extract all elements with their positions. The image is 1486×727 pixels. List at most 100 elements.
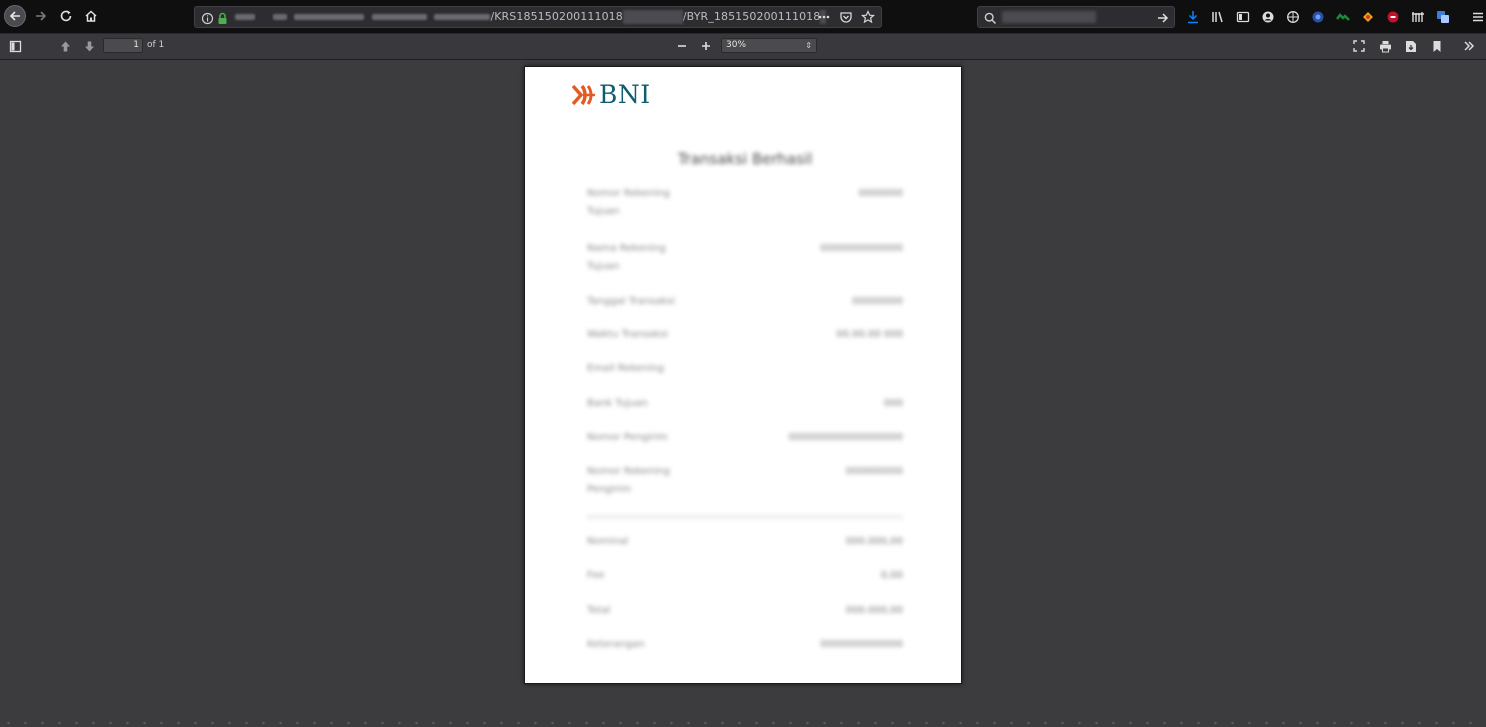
- search-bar[interactable]: [977, 6, 1175, 28]
- back-button[interactable]: [4, 5, 26, 27]
- row-label: Bank Tujuan: [587, 398, 648, 409]
- search-redacted: [1002, 11, 1096, 23]
- bni-logo-text: BNI: [599, 80, 651, 109]
- fullscreen-icon: [1353, 40, 1365, 52]
- bni-logo-mark: [572, 84, 595, 106]
- row-value: 000.000,00: [845, 605, 903, 616]
- row-label: Nomor Rekening Pengirim: [587, 466, 670, 495]
- url-redacted: [371, 14, 427, 20]
- receipt-row: Waktu Transaksi 00.00.00 000: [587, 326, 903, 346]
- receipt-row: Nominal 000.000,00: [587, 533, 903, 553]
- row-value: 0000000: [858, 188, 903, 199]
- next-page-button[interactable]: [81, 38, 97, 54]
- receipt-row: Bank Tujuan 000: [587, 395, 903, 415]
- home-button[interactable]: [80, 5, 102, 27]
- row-label: Nomor Rekening Tujuan: [587, 188, 670, 217]
- extension-icon[interactable]: [1359, 9, 1376, 26]
- receipt-row: Fee 0,00: [587, 567, 903, 587]
- address-bar[interactable]: /KRS185150200111018/BYR_185150200111018: [194, 6, 882, 28]
- row-value: 000.000,00: [845, 536, 903, 547]
- sidebar-icon[interactable]: [1234, 9, 1251, 26]
- next-page-icon: [84, 41, 94, 51]
- row-value: 000: [883, 398, 903, 409]
- url-path-2: /BYR_185150200111018: [682, 10, 821, 23]
- print-button[interactable]: [1377, 38, 1393, 54]
- url-redacted: [235, 14, 255, 20]
- extension-icon[interactable]: [1334, 9, 1351, 26]
- url-actions: [817, 9, 875, 25]
- reload-icon: [60, 10, 72, 22]
- browser-toolbar: /KRS185150200111018/BYR_185150200111018: [0, 0, 1486, 34]
- row-label: Email Rekening: [587, 363, 664, 374]
- receipt-row: Email Rekening: [587, 360, 903, 380]
- receipt-row: Nomor Rekening Pengirim 000000000: [587, 463, 903, 503]
- zoom-in-button[interactable]: [698, 38, 714, 54]
- row-label: Fee: [587, 570, 605, 581]
- bni-logo: BNI: [572, 81, 651, 109]
- bookmark-icon: [1433, 40, 1441, 52]
- save-button[interactable]: [1403, 38, 1419, 54]
- extension-icon[interactable]: [1309, 9, 1326, 26]
- separator: [587, 514, 903, 520]
- chevron-updown-icon: ⇕: [805, 41, 812, 50]
- zoom-out-button[interactable]: [674, 38, 690, 54]
- library-icon[interactable]: [1209, 9, 1226, 26]
- url-path-1: /KRS185150200111018: [490, 10, 623, 23]
- url-redacted: [294, 14, 365, 20]
- forward-button[interactable]: [30, 5, 52, 27]
- extension-icon[interactable]: [1284, 9, 1301, 26]
- url-text[interactable]: /KRS185150200111018/BYR_185150200111018: [235, 10, 827, 24]
- page-count-label: of 1: [147, 40, 165, 50]
- pdf-page: BNI Transaksi Berhasil Nomor Rekening Tu…: [524, 66, 962, 684]
- lock-icon[interactable]: [217, 10, 228, 29]
- page-number-input[interactable]: 1: [103, 38, 143, 53]
- row-label: Nama Rekening Tujuan: [587, 243, 666, 272]
- status-strip: [0, 719, 1486, 727]
- reload-button[interactable]: [55, 5, 77, 27]
- row-value: 0,00: [880, 570, 903, 581]
- zoom-in-icon: [702, 42, 710, 50]
- receipt-row: Keterangan 0000000000000: [587, 636, 903, 656]
- url-redacted: [272, 14, 287, 20]
- receipt-row: Nama Rekening Tujuan 0000000000000: [587, 240, 903, 280]
- go-arrow-icon[interactable]: [1156, 10, 1170, 29]
- bookmark-button[interactable]: [1429, 38, 1445, 54]
- menu-icon[interactable]: [1469, 9, 1486, 26]
- zoom-out-icon: [678, 45, 686, 47]
- save-icon: [1406, 40, 1416, 52]
- pocket-icon[interactable]: [839, 10, 853, 24]
- toolbar-icons: [1184, 7, 1486, 27]
- receipt-row: Nomor Rekening Tujuan 0000000: [587, 185, 903, 225]
- fullscreen-button[interactable]: [1351, 38, 1367, 54]
- document-viewer[interactable]: BNI Transaksi Berhasil Nomor Rekening Tu…: [0, 60, 1486, 727]
- row-value: 00.00.00 000: [836, 329, 903, 340]
- row-value: 00000000: [852, 296, 903, 307]
- download-icon[interactable]: [1184, 9, 1201, 26]
- zoom-level: 30%: [726, 40, 747, 50]
- page-actions-icon[interactable]: [817, 10, 831, 24]
- account-icon[interactable]: [1259, 9, 1276, 26]
- extension-icon[interactable]: [1384, 9, 1401, 26]
- zoom-select[interactable]: 30% ⇕: [721, 38, 817, 53]
- bookmark-star-icon[interactable]: [861, 10, 875, 24]
- row-label: Keterangan: [587, 639, 645, 650]
- forward-icon: [36, 11, 47, 21]
- extension-icon[interactable]: [1434, 9, 1451, 26]
- row-value: 0000000000000: [820, 243, 903, 254]
- sidebar-toggle-button[interactable]: [7, 38, 23, 54]
- previous-page-button[interactable]: [57, 38, 73, 54]
- url-redacted: [434, 14, 491, 20]
- extension-icon[interactable]: [1409, 9, 1426, 26]
- receipt-row: Nomor Pengirim 000000000000000000: [587, 429, 903, 449]
- more-tools-button[interactable]: [1461, 38, 1477, 54]
- row-label: Total: [587, 605, 611, 616]
- row-label: Nomor Pengirim: [587, 432, 668, 443]
- row-value: 0000000000000: [820, 639, 903, 650]
- receipt-row: Total 000.000,00: [587, 602, 903, 622]
- info-icon[interactable]: [201, 10, 214, 29]
- row-value: 000000000: [845, 466, 903, 477]
- home-icon: [85, 10, 97, 22]
- search-icon: [984, 10, 997, 29]
- row-label: Waktu Transaksi: [587, 329, 668, 340]
- row-value: 000000000000000000: [788, 432, 903, 443]
